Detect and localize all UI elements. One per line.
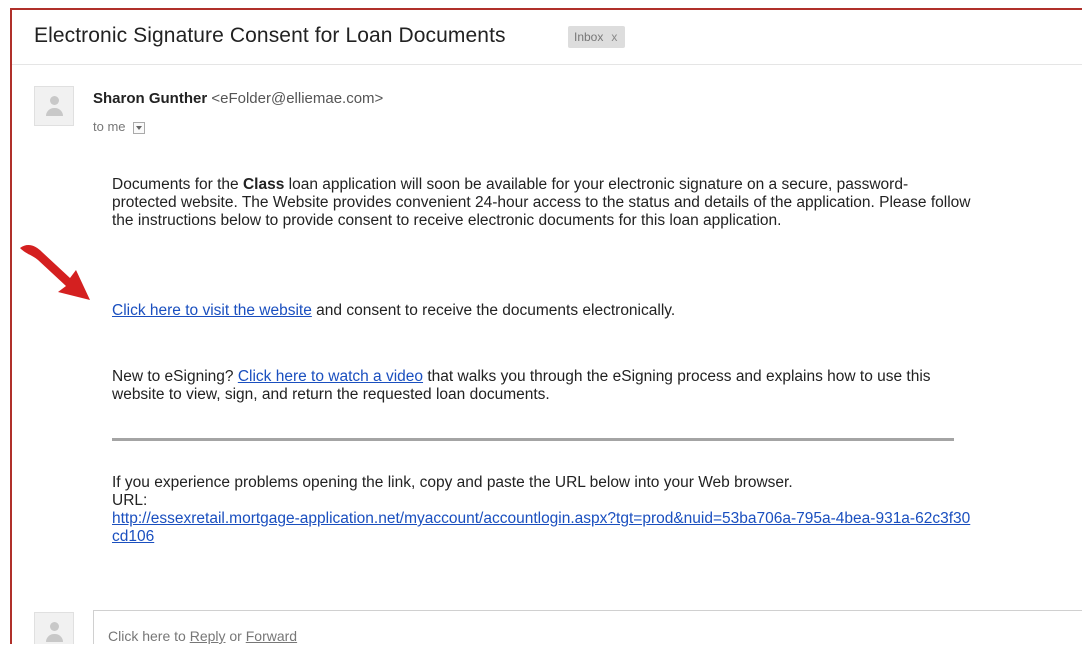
reply-or: or <box>225 628 246 644</box>
url-label: URL: <box>112 492 148 509</box>
subject-bar: Electronic Signature Consent for Loan Do… <box>12 10 1082 65</box>
reply-link[interactable]: Reply <box>190 628 226 644</box>
email-frame: Electronic Signature Consent for Loan Do… <box>10 8 1082 644</box>
reply-prompt: Click here to Reply or Forward <box>108 628 297 644</box>
inbox-label[interactable]: Inbox x <box>568 26 626 48</box>
visit-website-link[interactable]: Click here to visit the website <box>112 302 312 319</box>
intro-paragraph: Documents for the Class loan application… <box>112 176 972 230</box>
email-subject: Electronic Signature Consent for Loan Do… <box>34 24 506 47</box>
recipient-line: to me <box>93 119 146 134</box>
sender-avatar-icon <box>34 86 74 126</box>
video-paragraph: New to eSigning? Click here to watch a v… <box>112 368 972 404</box>
recipient-text: to me <box>93 119 126 134</box>
sender-line: Sharon Gunther <eFolder@elliemae.com> <box>93 90 383 107</box>
account-url-link[interactable]: http://essexretail.mortgage-application.… <box>112 510 970 545</box>
problems-text: If you experience problems opening the l… <box>112 474 793 491</box>
divider <box>112 438 954 441</box>
intro-text-start: Documents for the <box>112 176 243 193</box>
intro-bold: Class <box>242 176 285 193</box>
remove-label-icon[interactable]: x <box>611 30 617 44</box>
arrow-icon <box>20 245 90 300</box>
forward-link[interactable]: Forward <box>246 628 297 644</box>
sender-email: <eFolder@elliemae.com> <box>211 90 384 107</box>
sender-name[interactable]: Sharon Gunther <box>93 90 207 107</box>
visit-paragraph: Click here to visit the website and cons… <box>112 302 972 320</box>
visit-text: and consent to receive the documents ele… <box>311 302 676 319</box>
reply-prefix: Click here to <box>108 628 190 644</box>
url-paragraph: If you experience problems opening the l… <box>112 474 972 546</box>
watch-video-link[interactable]: Click here to watch a video <box>238 368 423 385</box>
reply-box[interactable]: Click here to Reply or Forward <box>93 610 1082 644</box>
show-details-dropdown-icon[interactable] <box>133 121 146 134</box>
inbox-label-text: Inbox <box>574 30 604 44</box>
reply-avatar-icon <box>34 612 74 644</box>
video-text-start: New to eSigning? <box>112 368 238 385</box>
